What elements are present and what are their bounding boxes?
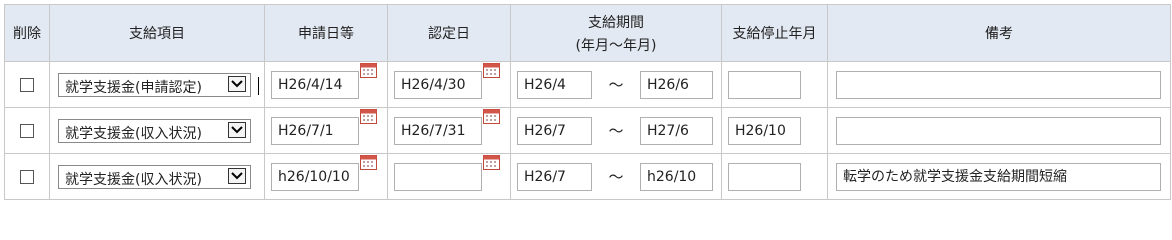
text-cursor: [258, 76, 259, 95]
header-note: 備考: [827, 4, 1171, 62]
item-cell: 就学支援金(収入状況): [49, 107, 265, 154]
approve-date-cell: H26/7/31: [387, 107, 511, 154]
apply-date-input[interactable]: h26/10/10: [271, 162, 359, 191]
calendar-icon[interactable]: [483, 108, 500, 128]
note-input[interactable]: 転学のため就学支援金支給期間短縮: [836, 162, 1161, 191]
header-apply-date: 申請日等: [264, 4, 388, 62]
apply-date-cell: h26/10/10: [264, 153, 388, 200]
header-approve-date: 認定日: [387, 4, 511, 62]
table-row: 就学支援金(申請認定) H26/4/14 H26/4/30 H26/4 ～ H26/…: [4, 61, 1171, 108]
stop-month-input[interactable]: H26/10: [728, 116, 801, 145]
calendar-icon[interactable]: [360, 108, 377, 128]
period-to-input[interactable]: H27/6: [640, 116, 713, 145]
delete-cell: [4, 107, 50, 154]
calendar-icon[interactable]: [483, 62, 500, 82]
note-input[interactable]: [836, 70, 1161, 99]
header-period-subtitle: (年月～年月): [575, 37, 657, 54]
stop-month-cell: [721, 61, 828, 108]
note-input[interactable]: [836, 116, 1161, 145]
chevron-down-icon[interactable]: [228, 121, 246, 138]
table-row: 就学支援金(収入状況) h26/10/10 H26/7 ～ h26/10 転学のため…: [4, 153, 1171, 200]
calendar-icon[interactable]: [483, 154, 500, 174]
chevron-down-icon[interactable]: [228, 167, 246, 184]
chevron-down-icon[interactable]: [228, 75, 246, 92]
delete-checkbox[interactable]: [20, 123, 34, 138]
period-to-input[interactable]: h26/10: [640, 162, 713, 191]
delete-cell: [4, 61, 50, 108]
item-select[interactable]: 就学支援金(収入状況): [58, 164, 251, 189]
item-select-value: 就学支援金(収入状況): [65, 125, 202, 142]
period-from-input[interactable]: H26/4: [517, 70, 592, 99]
delete-checkbox[interactable]: [20, 77, 34, 92]
approve-date-cell: [387, 153, 511, 200]
period-cell: H26/4 ～ H26/6: [510, 61, 722, 108]
approve-date-input[interactable]: H26/7/31: [394, 116, 482, 145]
item-select[interactable]: 就学支援金(収入状況): [58, 118, 251, 143]
header-period-title: 支給期間: [588, 14, 644, 31]
stop-month-input[interactable]: [728, 162, 801, 191]
apply-date-input[interactable]: H26/4/14: [271, 70, 359, 99]
header-item: 支給項目: [49, 4, 265, 62]
apply-date-cell: H26/7/1: [264, 107, 388, 154]
period-from-input[interactable]: H26/7: [517, 162, 592, 191]
period-cell: H26/7 ～ H27/6: [510, 107, 722, 154]
stop-month-cell: H26/10: [721, 107, 828, 154]
delete-cell: [4, 153, 50, 200]
note-cell: [827, 61, 1171, 108]
table-header-row: 削除 支給項目 申請日等 認定日 支給期間 (年月～年月) 支給停止年月 備考: [4, 4, 1171, 62]
item-select-value: 就学支援金(収入状況): [65, 171, 202, 188]
calendar-icon[interactable]: [360, 62, 377, 82]
item-cell: 就学支援金(申請認定): [49, 61, 265, 108]
period-separator: ～: [608, 76, 624, 94]
approve-date-cell: H26/4/30: [387, 61, 511, 108]
period-from-input[interactable]: H26/7: [517, 116, 592, 145]
header-period: 支給期間 (年月～年月): [510, 4, 722, 62]
calendar-icon[interactable]: [360, 154, 377, 174]
item-select[interactable]: 就学支援金(申請認定): [58, 72, 259, 97]
approve-date-input[interactable]: H26/4/30: [394, 70, 482, 99]
note-cell: 転学のため就学支援金支給期間短縮: [827, 153, 1171, 200]
period-separator: ～: [608, 168, 624, 186]
stop-month-cell: [721, 153, 828, 200]
benefit-table: 削除 支給項目 申請日等 認定日 支給期間 (年月～年月) 支給停止年月 備考 …: [4, 4, 1171, 200]
item-select-value: 就学支援金(申請認定): [65, 79, 202, 96]
note-cell: [827, 107, 1171, 154]
period-separator: ～: [608, 122, 624, 140]
header-stop-month: 支給停止年月: [721, 4, 828, 62]
delete-checkbox[interactable]: [20, 169, 34, 184]
stop-month-input[interactable]: [728, 70, 801, 99]
table-row: 就学支援金(収入状況) H26/7/1 H26/7/31 H26/7 ～ H27/6…: [4, 107, 1171, 154]
item-cell: 就学支援金(収入状況): [49, 153, 265, 200]
apply-date-cell: H26/4/14: [264, 61, 388, 108]
period-cell: H26/7 ～ h26/10: [510, 153, 722, 200]
period-to-input[interactable]: H26/6: [640, 70, 713, 99]
approve-date-input[interactable]: [394, 162, 482, 191]
apply-date-input[interactable]: H26/7/1: [271, 116, 359, 145]
header-delete: 削除: [4, 4, 50, 62]
